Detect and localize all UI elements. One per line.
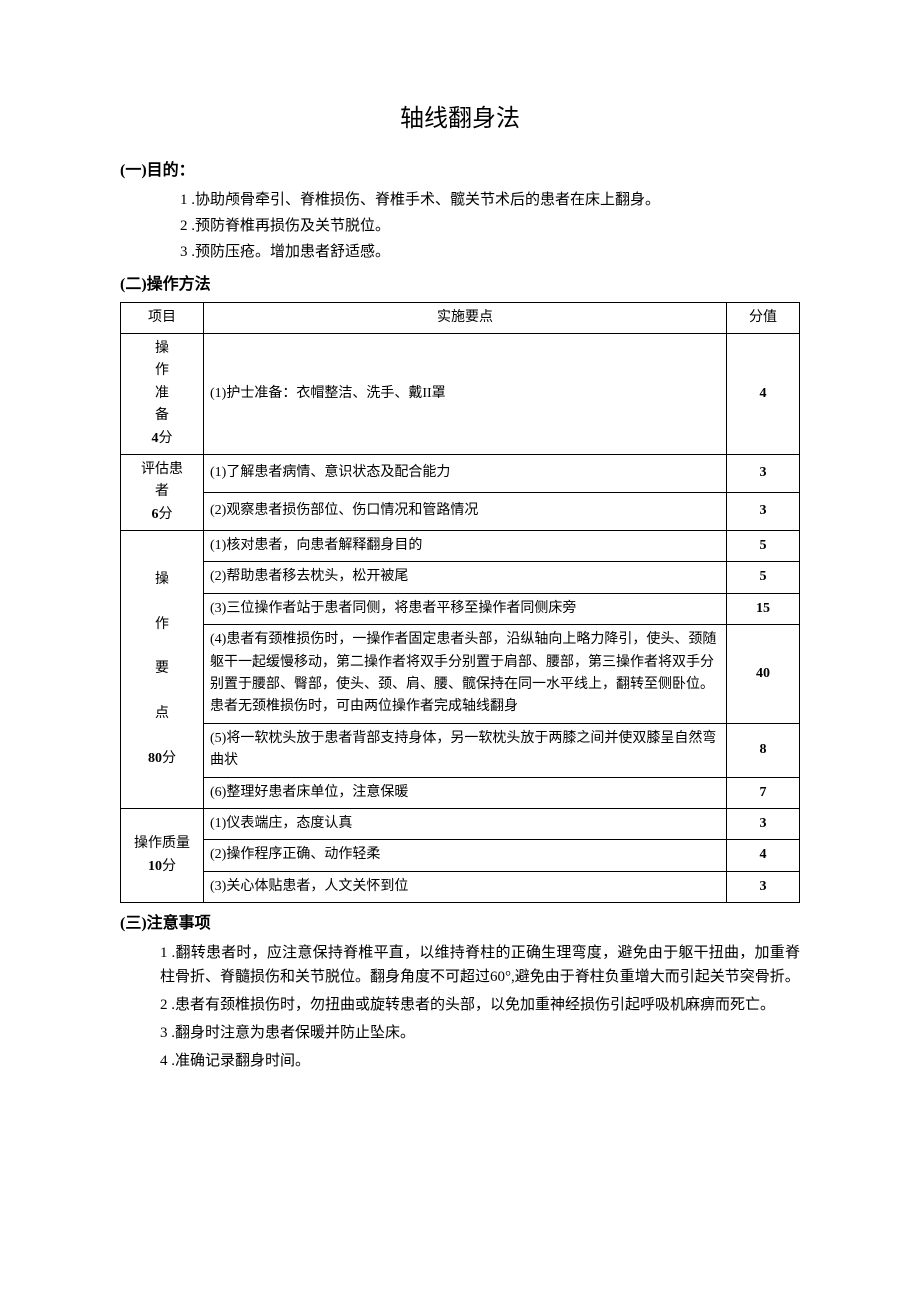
method-heading: (二)操作方法 <box>120 272 800 298</box>
table-row: (2)观察患者损伤部位、伤口情况和管路情况 3 <box>121 493 800 531</box>
cell-point: (6)整理好患者床单位，注意保暖 <box>204 777 727 808</box>
cell-score: 40 <box>727 625 800 724</box>
cell-point: (3)三位操作者站于患者同侧，将患者平移至操作者同侧床旁 <box>204 593 727 624</box>
cell-point: (1)了解患者病情、意识状态及配合能力 <box>204 454 727 492</box>
cell-item: 操作要点80分 <box>121 531 204 809</box>
table-header-row: 项目 实施要点 分值 <box>121 302 800 333</box>
cell-score: 7 <box>727 777 800 808</box>
table-row: (4)患者有颈椎损伤时，一操作者固定患者头部，沿纵轴向上略力降引，使头、颈随躯干… <box>121 625 800 724</box>
notes-list: 1 .翻转患者时，应注意保持脊椎平直，以维持脊柱的正确生理弯度，避免由于躯干扭曲… <box>160 941 800 1073</box>
table-row: 操作要点80分 (1)核对患者，向患者解释翻身目的 5 <box>121 531 800 562</box>
table-row: (3)关心体贴患者，人文关怀到位 3 <box>121 871 800 902</box>
cell-point: (2)观察患者损伤部位、伤口情况和管路情况 <box>204 493 727 531</box>
th-score: 分值 <box>727 302 800 333</box>
notes-item: 3 .翻身时注意为患者保暖并防止坠床。 <box>160 1021 800 1045</box>
cell-score: 3 <box>727 809 800 840</box>
cell-point: (3)关心体贴患者，人文关怀到位 <box>204 871 727 902</box>
notes-item: 2 .患者有颈椎损伤时，勿扭曲或旋转患者的头部，以免加重神经损伤引起呼吸机麻痹而… <box>160 993 800 1017</box>
cell-point: (5)将一软枕头放于患者背部支持身体，另一软枕头放于两膝之间并使双膝呈自然弯曲状 <box>204 723 727 777</box>
cell-score: 3 <box>727 493 800 531</box>
cell-point: (4)患者有颈椎损伤时，一操作者固定患者头部，沿纵轴向上略力降引，使头、颈随躯干… <box>204 625 727 724</box>
purpose-item: 2 .预防脊椎再损伤及关节脱位。 <box>180 214 800 238</box>
purpose-item: 1 .协助颅骨牵引、脊椎损伤、脊椎手术、髋关节术后的患者在床上翻身。 <box>180 188 800 212</box>
cell-score: 3 <box>727 454 800 492</box>
cell-point: (1)仪表端庄，态度认真 <box>204 809 727 840</box>
cell-score: 4 <box>727 333 800 454</box>
th-item: 项目 <box>121 302 204 333</box>
cell-point: (2)操作程序正确、动作轻柔 <box>204 840 727 871</box>
cell-item: 操作质量10分 <box>121 809 204 903</box>
cell-item: 操作准备4分 <box>121 333 204 454</box>
table-row: (6)整理好患者床单位，注意保暖 7 <box>121 777 800 808</box>
cell-point: (2)帮助患者移去枕头，松开被尾 <box>204 562 727 593</box>
notes-item: 1 .翻转患者时，应注意保持脊椎平直，以维持脊柱的正确生理弯度，避免由于躯干扭曲… <box>160 941 800 989</box>
notes-item: 4 .准确记录翻身时间。 <box>160 1049 800 1073</box>
document-title: 轴线翻身法 <box>120 100 800 138</box>
table-row: 操作质量10分 (1)仪表端庄，态度认真 3 <box>121 809 800 840</box>
table-row: (3)三位操作者站于患者同侧，将患者平移至操作者同侧床旁 15 <box>121 593 800 624</box>
cell-score: 5 <box>727 562 800 593</box>
purpose-list: 1 .协助颅骨牵引、脊椎损伤、脊椎手术、髋关节术后的患者在床上翻身。 2 .预防… <box>180 188 800 264</box>
table-row: 操作准备4分 (1)护士准备：衣帽整洁、洗手、戴II罩 4 <box>121 333 800 454</box>
cell-score: 4 <box>727 840 800 871</box>
cell-item: 评估患者6分 <box>121 454 204 530</box>
table-row: (2)帮助患者移去枕头，松开被尾 5 <box>121 562 800 593</box>
cell-score: 8 <box>727 723 800 777</box>
purpose-item: 3 .预防压疮。增加患者舒适感。 <box>180 240 800 264</box>
cell-score: 3 <box>727 871 800 902</box>
notes-heading: (三)注意事项 <box>120 911 800 937</box>
purpose-heading: (一)目的： <box>120 158 800 184</box>
th-point: 实施要点 <box>204 302 727 333</box>
cell-point: (1)核对患者，向患者解释翻身目的 <box>204 531 727 562</box>
cell-score: 15 <box>727 593 800 624</box>
cell-score: 5 <box>727 531 800 562</box>
table-row: (2)操作程序正确、动作轻柔 4 <box>121 840 800 871</box>
table-row: (5)将一软枕头放于患者背部支持身体，另一软枕头放于两膝之间并使双膝呈自然弯曲状… <box>121 723 800 777</box>
table-row: 评估患者6分 (1)了解患者病情、意识状态及配合能力 3 <box>121 454 800 492</box>
cell-point: (1)护士准备：衣帽整洁、洗手、戴II罩 <box>204 333 727 454</box>
method-table: 项目 实施要点 分值 操作准备4分 (1)护士准备：衣帽整洁、洗手、戴II罩 4… <box>120 302 800 904</box>
